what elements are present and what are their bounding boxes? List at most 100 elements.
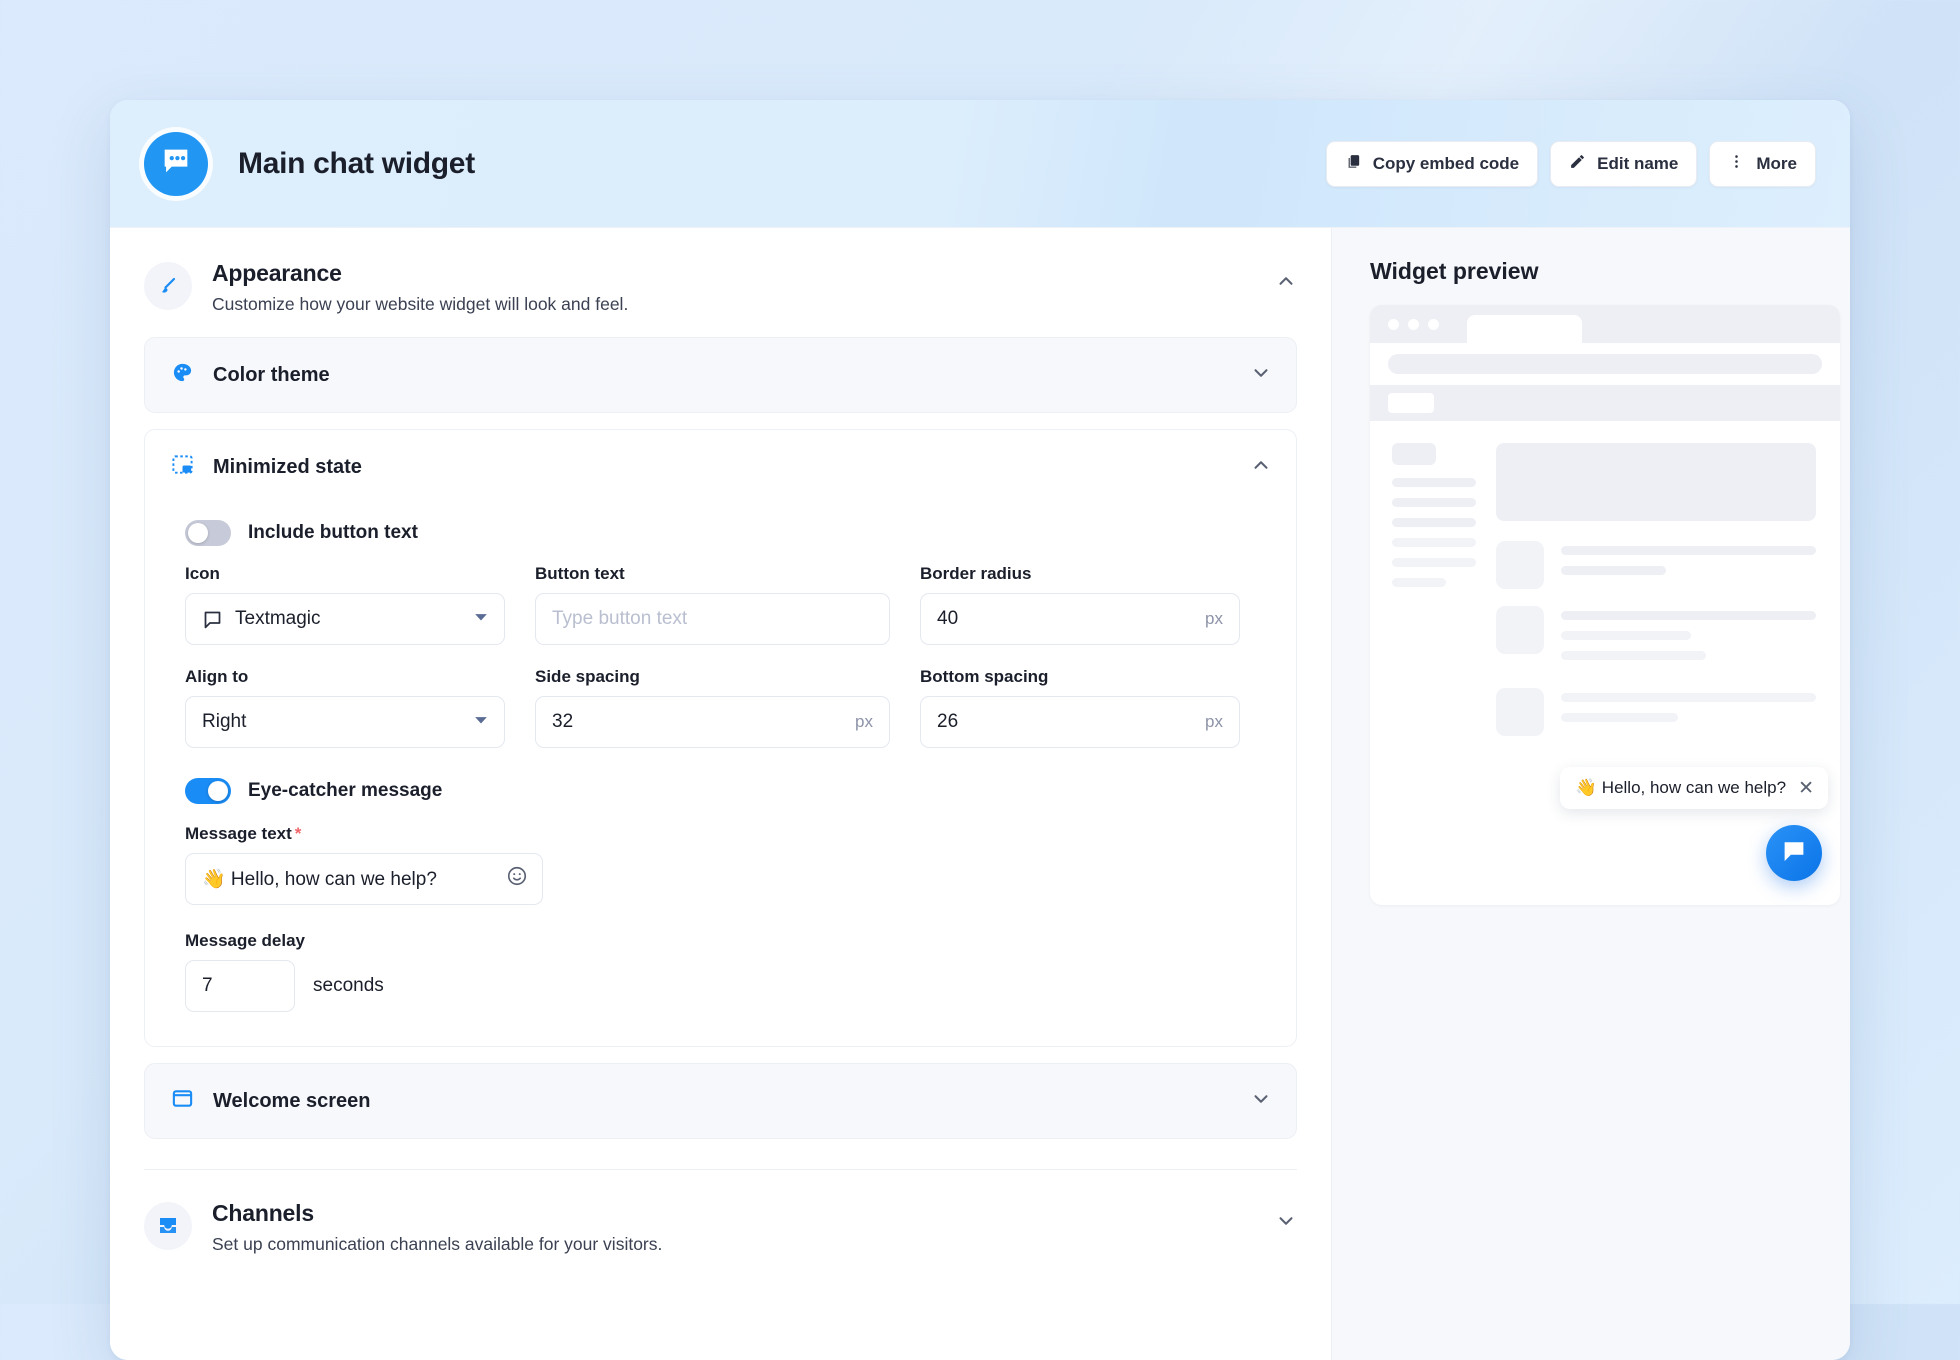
skeleton-hero — [1496, 443, 1816, 521]
palette-icon — [171, 361, 194, 389]
panel-welcome-screen: Welcome screen — [144, 1063, 1297, 1139]
message-text-input[interactable]: 👋 Hello, how can we help? — [185, 853, 543, 905]
chat-bubble-icon — [1779, 836, 1809, 871]
required-asterisk: * — [294, 824, 302, 843]
preview-eye-catcher-text: 👋 Hello, how can we help? — [1575, 778, 1787, 797]
chat-bubble-icon — [159, 144, 193, 183]
panel-color-theme-title: Color theme — [213, 363, 330, 386]
side-spacing-input[interactable]: 32 px — [535, 696, 890, 748]
emoji-picker-icon[interactable] — [506, 865, 528, 893]
border-radius-value: 40 — [937, 608, 959, 629]
icon-field-label: Icon — [185, 564, 220, 583]
panel-color-theme: Color theme — [144, 337, 1297, 413]
skeleton-line — [1561, 546, 1816, 555]
preview-pane: Widget preview 👋 Hello, how can we help?… — [1332, 228, 1850, 1360]
header-actions: Copy embed code Edit name More — [1325, 140, 1816, 187]
message-delay-input[interactable]: 7 — [185, 960, 295, 1012]
textmagic-bubble-icon — [202, 609, 223, 630]
preview-title: Widget preview — [1370, 258, 1539, 284]
settings-pane: Appearance Customize how your website wi… — [110, 228, 1332, 1360]
minimized-window-icon — [171, 453, 194, 481]
panel-welcome-screen-title: Welcome screen — [213, 1089, 371, 1112]
border-radius-input[interactable]: 40 px — [920, 593, 1240, 645]
mock-sidebar-skeleton — [1392, 443, 1476, 905]
window-icon — [171, 1087, 194, 1115]
panel-welcome-screen-header[interactable]: Welcome screen — [145, 1064, 1296, 1138]
mock-browser-chrome — [1370, 305, 1840, 343]
message-delay-unit: seconds — [313, 975, 384, 996]
pencil-icon — [1569, 153, 1586, 175]
eye-catcher-toggle[interactable] — [185, 778, 231, 804]
side-spacing-value: 32 — [552, 711, 574, 732]
chevron-down-icon[interactable] — [1275, 1210, 1297, 1237]
skeleton-line — [1392, 478, 1476, 487]
message-text-group: Message text * 👋 Hello, how can we help? — [171, 824, 1270, 905]
mock-traffic-light — [1428, 318, 1439, 330]
icon-select[interactable]: Textmagic — [185, 593, 505, 645]
chevron-down-icon[interactable] — [1250, 362, 1272, 389]
page-title: Main chat widget — [238, 146, 475, 180]
skeleton-line — [1561, 693, 1816, 702]
skeleton-item — [1496, 688, 1816, 736]
paintbrush-icon — [144, 262, 192, 310]
channels-section-header[interactable]: Channels Set up communication channels a… — [144, 1200, 1297, 1277]
icon-select-value: Textmagic — [235, 608, 321, 629]
mock-bookmark-chip — [1388, 393, 1434, 413]
mock-main-skeleton — [1496, 443, 1816, 905]
align-to-value: Right — [202, 711, 247, 732]
skeleton-thumb — [1496, 541, 1544, 589]
bottom-spacing-input[interactable]: 26 px — [920, 696, 1240, 748]
edit-name-label: Edit name — [1597, 153, 1679, 173]
skeleton-lines — [1561, 606, 1816, 671]
include-button-text-toggle[interactable] — [185, 520, 231, 546]
skeleton-lines — [1561, 688, 1816, 736]
panel-minimized-state-body: Include button text Icon Textmagic Butto… — [145, 504, 1296, 1046]
button-text-input[interactable]: Type button text — [535, 593, 890, 645]
mock-traffic-light — [1388, 318, 1399, 330]
include-button-text-row: Include button text — [171, 508, 1270, 564]
side-spacing-unit: px — [855, 712, 873, 731]
border-radius-unit: px — [1205, 609, 1223, 628]
button-text-field-group: Button text Type button text — [535, 564, 890, 645]
bottom-spacing-field-group: Bottom spacing 26 px — [920, 667, 1240, 748]
include-button-text-label: Include button text — [248, 522, 418, 543]
edit-name-button[interactable]: Edit name — [1550, 140, 1698, 187]
chevron-up-icon[interactable] — [1275, 270, 1297, 297]
caret-down-icon[interactable] — [474, 608, 488, 630]
caret-down-icon[interactable] — [474, 711, 488, 733]
appearance-section: Appearance Customize how your website wi… — [110, 228, 1331, 1170]
align-to-select[interactable]: Right — [185, 696, 505, 748]
copy-embed-code-label: Copy embed code — [1372, 153, 1520, 173]
chevron-up-icon[interactable] — [1250, 454, 1272, 481]
copy-embed-code-button[interactable]: Copy embed code — [1325, 140, 1539, 187]
skeleton-line — [1561, 566, 1666, 575]
channels-title: Channels — [212, 1200, 314, 1226]
skeleton-item — [1496, 541, 1816, 589]
skeleton-line — [1392, 518, 1476, 527]
more-label: More — [1756, 153, 1797, 173]
panel-minimized-state-header[interactable]: Minimized state — [145, 430, 1296, 504]
align-to-field-label: Align to — [185, 667, 249, 686]
preview-chat-button[interactable] — [1766, 825, 1822, 881]
bottom-spacing-unit: px — [1205, 712, 1223, 731]
chevron-down-icon[interactable] — [1250, 1088, 1272, 1115]
panel-minimized-state: Minimized state Include button text Icon… — [144, 429, 1297, 1047]
appearance-section-header[interactable]: Appearance Customize how your website wi… — [144, 260, 1297, 337]
panel-color-theme-header[interactable]: Color theme — [145, 338, 1296, 412]
minimized-state-form: Icon Textmagic Button text Type button t… — [171, 564, 1270, 748]
more-button[interactable]: More — [1709, 140, 1816, 187]
button-text-field-label: Button text — [535, 564, 625, 583]
close-icon[interactable]: ✕ — [1798, 779, 1814, 798]
mock-bookmarks-bar — [1370, 385, 1840, 421]
mock-browser-tab — [1467, 315, 1582, 343]
side-spacing-field-group: Side spacing 32 px — [535, 667, 890, 748]
border-radius-field-label: Border radius — [920, 564, 1032, 583]
panel-minimized-state-title: Minimized state — [213, 455, 362, 478]
message-delay-group: Message delay 7 seconds — [171, 931, 1270, 1012]
appearance-subtitle: Customize how your website widget will l… — [212, 294, 629, 314]
message-delay-value: 7 — [202, 975, 213, 996]
skeleton-line — [1392, 558, 1476, 567]
kebab-menu-icon — [1728, 153, 1745, 175]
preview-eye-catcher-bubble[interactable]: 👋 Hello, how can we help? ✕ — [1559, 767, 1828, 809]
message-text-label-text: Message text — [185, 824, 292, 843]
